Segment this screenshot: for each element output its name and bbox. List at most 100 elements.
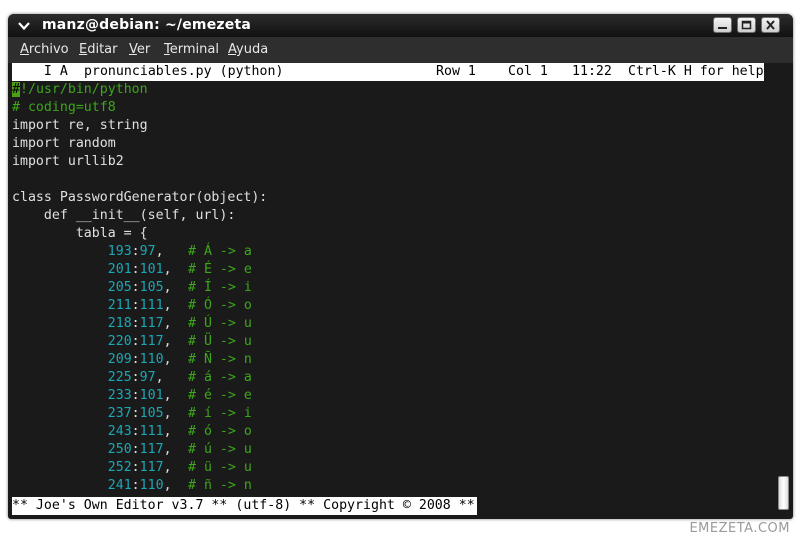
entry-comma: ,: [163, 442, 172, 457]
entry-comment: # Í -> i: [188, 280, 252, 295]
entry-colon: :: [131, 334, 140, 349]
entry-value: 105: [139, 406, 164, 421]
entry-value: 117: [139, 316, 164, 331]
table-entry-line: 220:117, # Ü -> u: [12, 333, 252, 351]
code-line: import urllib2: [12, 154, 124, 169]
status-mode: I A: [12, 64, 68, 79]
editor-status-bar: I A pronunciables.py (python) Row 1 Col …: [12, 63, 764, 81]
entry-value: 101: [139, 262, 164, 277]
window-title: manz@debian: ~/emezeta: [42, 17, 251, 33]
entry-comment: # Ü -> u: [188, 334, 252, 349]
minimize-button[interactable]: [713, 17, 732, 33]
menu-archivo-label: rchivo: [28, 42, 69, 57]
entry-value: 111: [139, 298, 164, 313]
table-entry-line: 250:117, # ú -> u: [12, 441, 252, 459]
table-entry-line: 233:101, # é -> e: [12, 387, 252, 405]
entry-key: 220: [107, 334, 132, 349]
entry-comma: ,: [163, 352, 172, 367]
title-bar[interactable]: manz@debian: ~/emezeta: [8, 14, 793, 37]
entry-value: 117: [139, 334, 164, 349]
text-cursor: #: [12, 82, 20, 97]
entry-comment: # é -> e: [188, 388, 252, 403]
menu-terminal-label: erminal: [169, 42, 219, 57]
table-entry-line: 241:110, # ñ -> n: [12, 477, 252, 495]
entry-value: 117: [139, 460, 164, 475]
entry-colon: :: [131, 460, 140, 475]
menu-archivo-mnemonic: A: [20, 42, 29, 57]
entry-comment: # Ó -> o: [188, 298, 252, 313]
code-line: def __init__(self, url):: [12, 208, 236, 223]
entry-comma: ,: [163, 406, 172, 421]
menu-ver-mnemonic: V: [129, 42, 137, 57]
code-line: tabla = {: [12, 226, 148, 241]
status-row: Row 1: [436, 64, 476, 79]
entry-comma: ,: [163, 298, 172, 313]
entry-colon: :: [131, 280, 140, 295]
table-entry-line: 218:117, # Ú -> u: [12, 315, 252, 333]
menu-ayuda-label: yuda: [236, 42, 269, 57]
minimize-icon: [718, 27, 727, 29]
entry-comment: # ú -> u: [188, 442, 252, 457]
entry-colon: :: [131, 298, 140, 313]
close-icon: [766, 20, 775, 30]
table-entry-line: 243:111, # ó -> o: [12, 423, 252, 441]
entry-value: 111: [139, 424, 164, 439]
terminal-window: manz@debian: ~/emezeta Archivo Editar Ve…: [8, 14, 793, 519]
watermark: EMEZETA.COM: [689, 521, 790, 536]
entry-key: 252: [107, 460, 132, 475]
entry-key: 211: [107, 298, 132, 313]
code-line: #!/usr/bin/python: [12, 81, 148, 99]
scrollbar-thumb[interactable]: [778, 476, 789, 510]
entry-comment: # Á -> a: [188, 244, 252, 259]
entry-comment: # ü -> u: [188, 460, 252, 475]
table-entry-line: 193:97, # Á -> a: [12, 243, 252, 261]
entry-value: 117: [139, 442, 164, 457]
menu-archivo[interactable]: Archivo: [20, 42, 69, 57]
entry-colon: :: [131, 424, 140, 439]
entry-key: 201: [107, 262, 132, 277]
entry-comma: ,: [163, 460, 172, 475]
close-button[interactable]: [761, 17, 780, 33]
entry-key: 233: [107, 388, 132, 403]
entry-value: 110: [139, 352, 164, 367]
menu-editar[interactable]: Editar: [79, 42, 118, 57]
entry-comment: # Ñ -> n: [188, 352, 252, 367]
entry-comma: ,: [163, 424, 172, 439]
menu-terminal[interactable]: Terminal: [164, 42, 219, 57]
status-col: Col 1: [508, 64, 548, 79]
entry-key: 250: [107, 442, 132, 457]
editor-area[interactable]: I A pronunciables.py (python) Row 1 Col …: [12, 63, 774, 515]
maximize-button[interactable]: [737, 17, 756, 33]
table-entry-line: 211:111, # Ó -> o: [12, 297, 252, 315]
entry-key: 205: [107, 280, 132, 295]
menu-ver[interactable]: Ver: [129, 42, 150, 57]
entry-comma: ,: [163, 316, 172, 331]
scrollbar[interactable]: [777, 78, 791, 514]
menu-ayuda[interactable]: Ayuda: [228, 42, 268, 57]
table-entry-line: 225:97, # á -> a: [12, 369, 252, 387]
entry-colon: :: [131, 262, 140, 277]
entry-comma: ,: [163, 388, 172, 403]
menu-editar-mnemonic: E: [79, 42, 88, 57]
code-line: class PasswordGenerator(object):: [12, 190, 268, 205]
status-time: 11:22: [572, 64, 612, 79]
entry-value: 105: [139, 280, 164, 295]
entry-colon: :: [131, 442, 140, 457]
table-entry-line: 209:110, # Ñ -> n: [12, 351, 252, 369]
entry-value: 97: [139, 244, 156, 259]
chevron-down-icon[interactable]: [17, 18, 31, 32]
entry-key: 237: [107, 406, 132, 421]
code-line: import random: [12, 136, 116, 151]
maximize-icon: [741, 20, 752, 30]
